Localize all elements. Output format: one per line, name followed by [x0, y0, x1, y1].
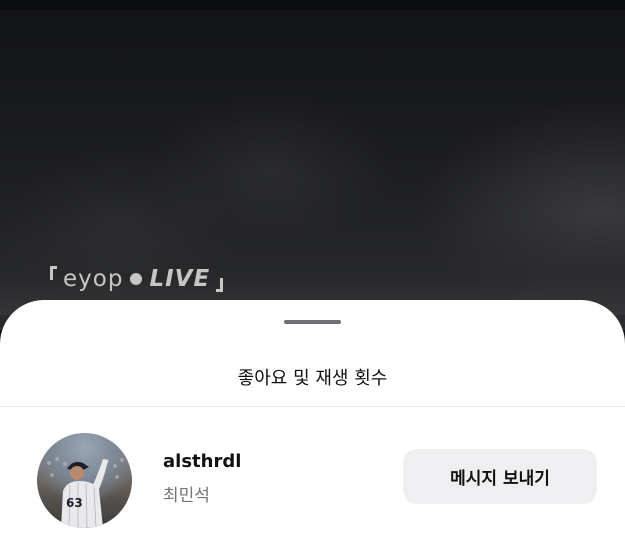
screen: eyop LIVE 좋아요 및 재생 횟수 63 alsthrdl 최민석 메시… [0, 0, 625, 550]
watermark-prefix: eyop [63, 266, 124, 292]
broadcast-watermark: eyop LIVE [50, 266, 224, 292]
jersey-number: 63 [66, 496, 83, 510]
watermark-live: LIVE [149, 266, 211, 292]
avatar[interactable]: 63 [37, 433, 132, 528]
avatar-photo-icon [47, 457, 124, 528]
watermark-dot-icon [130, 273, 143, 285]
sheet-drag-handle[interactable] [284, 320, 341, 324]
status-bar [0, 0, 625, 10]
send-message-button[interactable]: 메시지 보내기 [403, 449, 597, 504]
likes-bottom-sheet: 좋아요 및 재생 횟수 63 alsthrdl 최민석 메시지 보내기 [0, 300, 625, 550]
display-name: 최민석 [163, 486, 210, 506]
user-list-item[interactable]: 63 alsthrdl 최민석 메시지 보내기 [0, 407, 625, 550]
watermark-corner-left [50, 266, 57, 280]
sheet-title: 좋아요 및 재생 횟수 [237, 368, 388, 389]
username[interactable]: alsthrdl [163, 451, 241, 472]
watermark-corner-right [216, 278, 224, 292]
